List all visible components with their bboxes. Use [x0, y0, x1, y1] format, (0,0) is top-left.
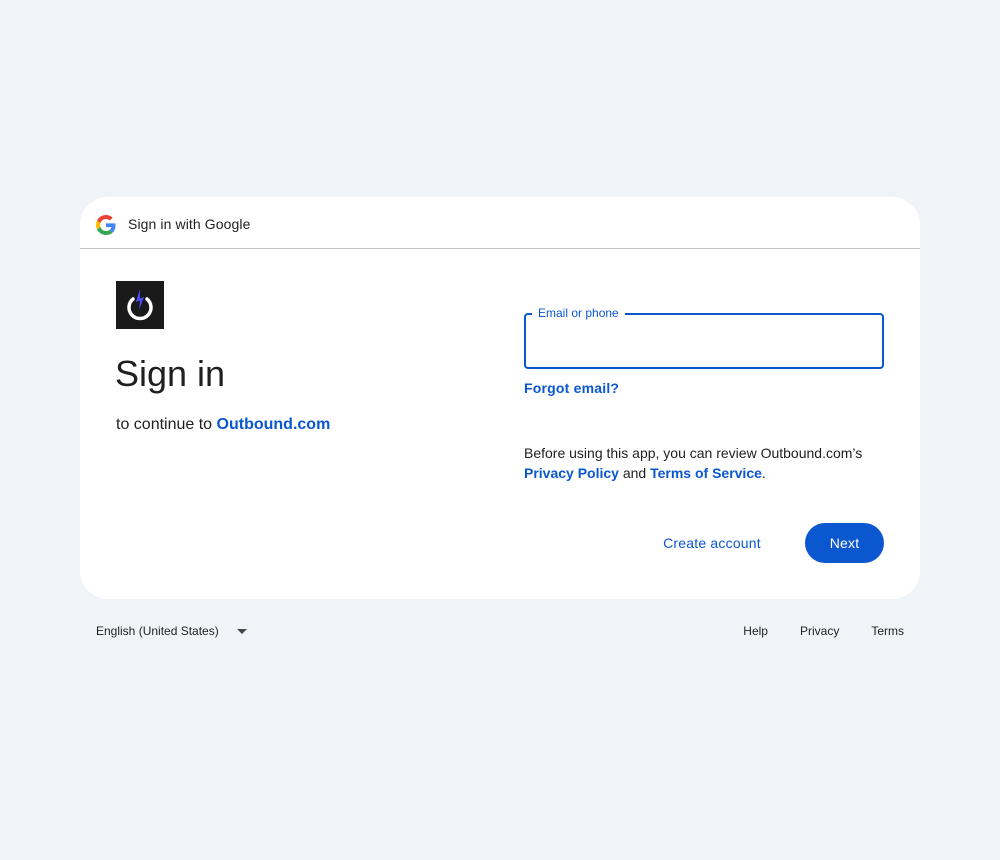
create-account-button[interactable]: Create account: [652, 523, 772, 563]
app-name-link[interactable]: Outbound.com: [217, 416, 331, 433]
page-title: Sign in: [115, 353, 226, 394]
sign-in-card: Sign in with Google Sign in to continue …: [80, 197, 920, 599]
card-header: Sign in with Google: [80, 197, 920, 249]
next-button[interactable]: Next: [805, 523, 884, 563]
privacy-notice: Before using this app, you can review Ou…: [524, 443, 884, 483]
chevron-down-icon: [236, 628, 247, 634]
privacy-policy-link[interactable]: Privacy Policy: [524, 465, 619, 481]
continue-prefix: to continue to: [116, 416, 213, 433]
language-label: English (United States): [96, 624, 219, 638]
terms-link[interactable]: Terms: [871, 624, 904, 638]
notice-text: Before using this app, you can review Ou…: [524, 445, 863, 461]
continue-text: to continue to Outbound.com: [116, 416, 330, 434]
app-logo: [116, 281, 164, 329]
google-g-icon: [96, 215, 116, 235]
notice-and: and: [622, 465, 647, 481]
notice-period: .: [761, 465, 766, 481]
footer-links: Help Privacy Terms: [711, 624, 904, 638]
power-bolt-icon: [116, 281, 164, 329]
email-field[interactable]: [524, 313, 884, 369]
header-title: Sign in with Google: [128, 216, 251, 232]
forgot-email-link[interactable]: Forgot email?: [524, 380, 619, 396]
terms-of-service-link[interactable]: Terms of Service: [650, 465, 762, 481]
email-field-wrapper: Email or phone: [524, 306, 884, 369]
privacy-link[interactable]: Privacy: [800, 624, 839, 638]
language-selector[interactable]: English (United States): [96, 624, 247, 638]
email-field-label: Email or phone: [532, 306, 625, 320]
help-link[interactable]: Help: [743, 624, 768, 638]
